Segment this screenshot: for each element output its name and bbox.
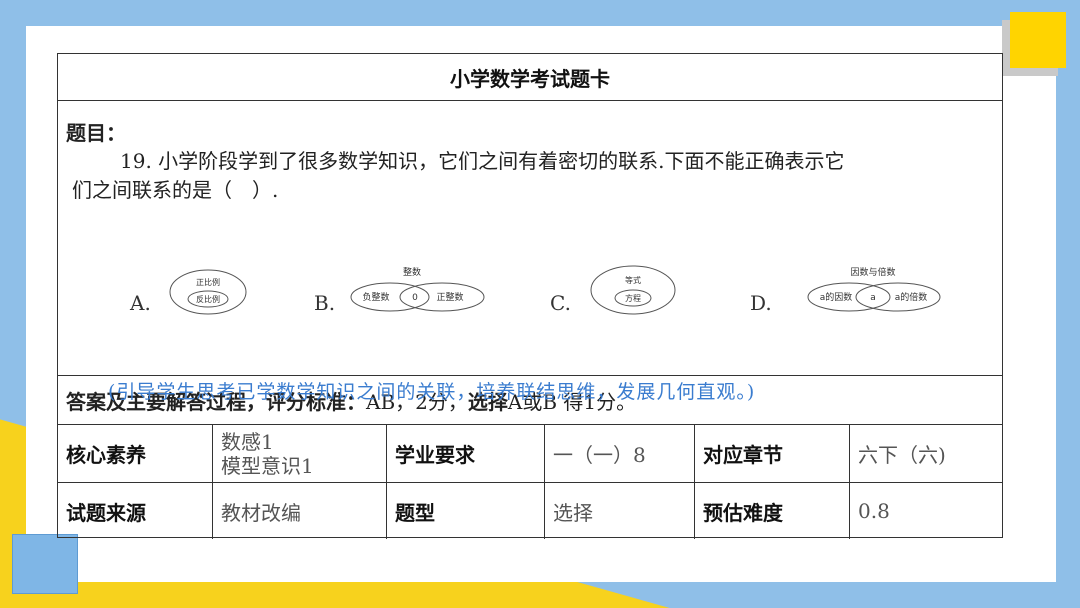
info-table-row-1: 核心素养 数感1 模型意识1 学业要求 一（一）8 对应章节 六下（六) <box>58 425 1002 483</box>
decor-blue-square <box>12 534 78 594</box>
question-text: 19. 小学阶段学到了很多数学知识，它们之间有着密切的联系.下面不能正确表示它 … <box>72 147 982 205</box>
option-d-letter: D. <box>750 291 772 315</box>
chapter-label: 对应章节 <box>695 425 850 483</box>
core-literacy-value-1: 数感1 <box>221 429 274 454</box>
option-a-letter: A. <box>130 291 151 315</box>
card-title: 小学数学考试题卡 <box>58 54 1002 101</box>
option-c-diagram: 等式 方程 <box>590 265 676 315</box>
option-b-right-label: 正整数 <box>436 291 463 303</box>
question-type-label: 题型 <box>387 483 545 539</box>
option-b-letter: B. <box>314 291 336 315</box>
option-d-right-label: a的倍数 <box>895 291 928 303</box>
source-value: 教材改编 <box>213 483 387 539</box>
question-type-value: 选择 <box>545 483 695 539</box>
option-b-top-label: 整数 <box>403 266 421 278</box>
option-c-inner-label: 方程 <box>625 293 641 303</box>
exam-card: 小学数学考试题卡 题目： 19. 小学阶段学到了很多数学知识，它们之间有着密切的… <box>57 53 1003 539</box>
core-literacy-label: 核心素养 <box>58 425 213 483</box>
teaching-hint: (引导学生思考已学数学知识之间的关联，培养联结思维，发展几何直观。) <box>108 381 756 403</box>
option-d-mid-label: a <box>870 293 876 303</box>
question-section: 题目： 19. 小学阶段学到了很多数学知识，它们之间有着密切的联系.下面不能正确… <box>58 101 1002 403</box>
option-a-outer-label: 正比例 <box>196 277 220 287</box>
option-d-diagram: 因数与倍数 a的因数 a a的倍数 <box>807 266 941 312</box>
option-d-top-label: 因数与倍数 <box>850 266 895 278</box>
info-table-row-2: 试题来源 教材改编 题型 选择 预估难度 0.8 <box>58 483 1002 539</box>
option-b-left-label: 负整数 <box>362 291 389 303</box>
difficulty-value: 0.8 <box>858 499 890 523</box>
source-label: 试题来源 <box>58 483 213 539</box>
core-literacy-value: 数感1 模型意识1 <box>213 425 387 483</box>
academic-requirement-value: 一（一）8 <box>545 425 695 483</box>
option-c-outer-label: 等式 <box>625 275 641 285</box>
core-literacy-value-2: 模型意识1 <box>221 453 314 478</box>
difficulty-label: 预估难度 <box>695 483 850 539</box>
option-b-mid-label: 0 <box>412 293 418 303</box>
decor-yellow-square <box>1010 12 1066 68</box>
academic-requirement-label: 学业要求 <box>387 425 545 483</box>
option-c-letter: C. <box>550 291 571 315</box>
option-b-diagram: 整数 负整数 0 正整数 <box>350 266 485 312</box>
option-d-left-label: a的因数 <box>820 291 853 303</box>
option-a-inner-label: 反比例 <box>196 294 220 304</box>
question-text-line2: 们之间联系的是（ ）. <box>72 178 279 202</box>
question-text-line1: 19. 小学阶段学到了很多数学知识，它们之间有着密切的联系.下面不能正确表示它 <box>120 149 845 173</box>
question-label: 题目： <box>66 121 126 145</box>
chapter-value: 六下（六) <box>850 425 1002 483</box>
option-a-diagram: 正比例 反比例 <box>169 269 247 315</box>
